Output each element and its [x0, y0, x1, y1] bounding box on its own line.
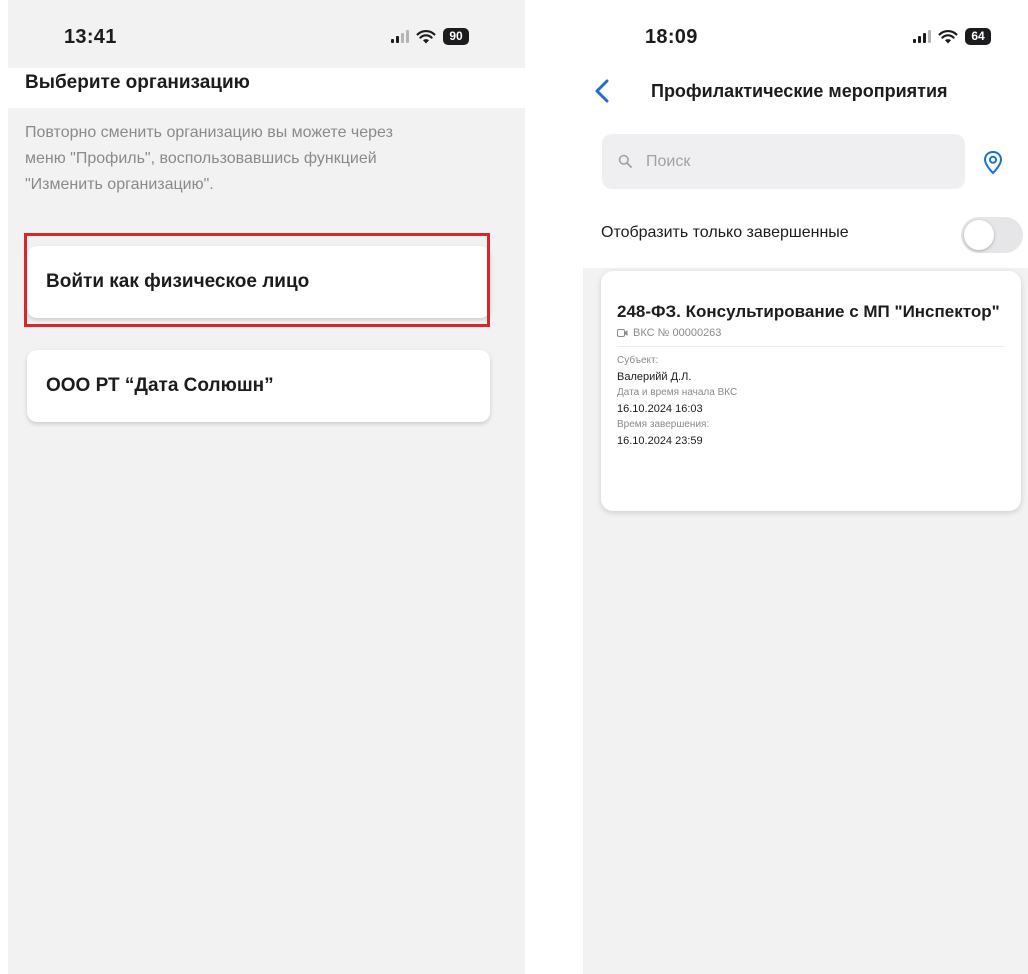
preventive-measures-screen: 18:09 64 Профилактические мероприятия По… [583, 0, 1028, 974]
status-bar: 18:09 64 [583, 0, 1028, 68]
back-chevron-icon[interactable] [591, 78, 615, 104]
organization-select-screen: 13:41 90 Выберите организацию Повторно с… [8, 0, 525, 974]
status-time: 18:09 [645, 26, 698, 48]
navigation-bar: Профилактические мероприятия [583, 68, 1028, 116]
video-camera-icon [617, 329, 628, 337]
completed-filter-label: Отобразить только завершенные [601, 224, 849, 241]
search-input[interactable] [646, 150, 946, 174]
subject-value: Валерийй Д.Л. [617, 371, 692, 383]
search-box[interactable] [602, 134, 965, 189]
cellular-signal-icon [391, 29, 409, 43]
change-organization-hint: Повторно сменить организацию вы можете ч… [25, 124, 393, 193]
wifi-icon [938, 30, 958, 44]
start-datetime-label: Дата и время начала ВКС [617, 387, 738, 398]
status-icons: 90 [391, 26, 469, 46]
login-as-individual-button[interactable]: Войти как физическое лицо [27, 246, 490, 318]
page-title: Профилактические мероприятия [651, 81, 948, 101]
status-bar: 13:41 90 [8, 0, 525, 68]
battery-icon: 90 [443, 27, 469, 45]
start-datetime-value: 16.10.2024 16:03 [617, 403, 703, 415]
wifi-icon [416, 30, 436, 44]
end-time-label: Время завершения: [617, 419, 710, 430]
completed-only-toggle[interactable] [961, 217, 1023, 253]
page-title: Выберите организацию [25, 72, 250, 93]
cellular-signal-icon [913, 29, 931, 43]
event-vks-row: ВКС № 00000263 [617, 327, 1005, 339]
event-vks-number: ВКС № 00000263 [633, 327, 722, 339]
search-and-filter-panel: Отобразить только завершенные [583, 116, 1028, 268]
search-icon [618, 154, 632, 168]
subject-label: Субъект: [617, 355, 659, 366]
page-header: Выберите организацию [8, 68, 525, 108]
end-time-value: 16.10.2024 23:59 [617, 435, 703, 447]
event-card[interactable]: 248-ФЗ. Консультирование с МП "Инспектор… [601, 271, 1021, 511]
org-card-label: ООО РТ “Дата Солюшн” [46, 375, 274, 396]
event-details: Субъект: Валерийй Д.Л. Дата и время нача… [617, 353, 1005, 449]
org-card-label: Войти как физическое лицо [46, 271, 310, 292]
organization-card[interactable]: ООО РТ “Дата Солюшн” [27, 350, 490, 422]
toggle-knob [964, 220, 994, 250]
location-pin-icon[interactable] [983, 150, 1003, 176]
event-title: 248-ФЗ. Консультирование с МП "Инспектор… [617, 302, 1000, 321]
status-icons: 64 [913, 26, 991, 46]
battery-icon: 64 [965, 27, 991, 45]
status-time: 13:41 [64, 26, 117, 48]
divider [617, 346, 1005, 347]
